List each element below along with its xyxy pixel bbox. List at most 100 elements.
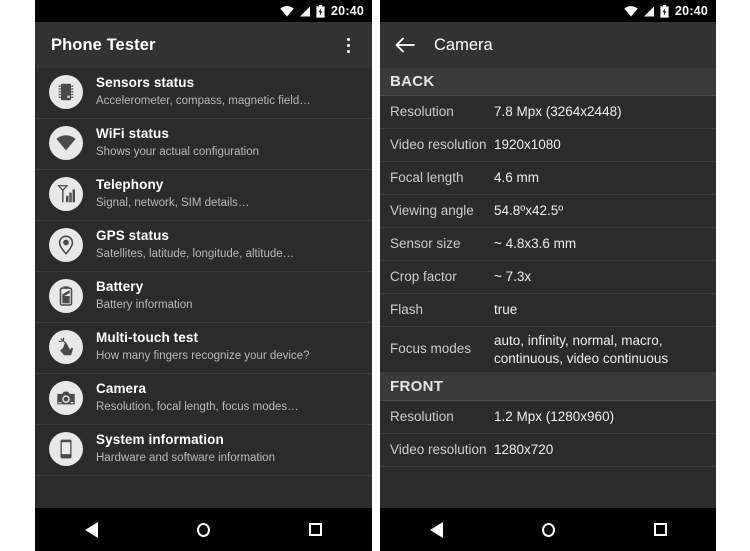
list-item-subtitle: Signal, network, SIM details…: [96, 196, 250, 209]
table-row: Video resolution 1280x720: [380, 434, 716, 468]
recents-square-icon: [309, 523, 323, 536]
arrow-left-glyph: [395, 37, 415, 53]
list-item-title: WiFi status: [96, 126, 169, 142]
nav-recents-button[interactable]: [637, 508, 683, 551]
battery-icon: [49, 279, 83, 313]
list-item-text: Telephony Signal, network, SIM details…: [96, 177, 249, 211]
list-item-subtitle: Shows your actual configuration: [96, 145, 260, 158]
spec-key: Viewing angle: [390, 202, 474, 218]
map-pin-icon: [49, 228, 83, 262]
table-row: Focus modes auto, infinity, normal, macro…: [380, 327, 716, 374]
screenshot-canvas: 20:40 Phone Tester Sensors status Acceler…: [0, 0, 750, 551]
list-item[interactable]: Battery Battery information: [35, 272, 372, 323]
list-item-text: Camera Resolution, focal length, focus mo…: [96, 381, 299, 415]
list-item-title: Camera: [96, 381, 147, 397]
wifi-icon: [624, 5, 638, 16]
nav-home-button[interactable]: [180, 508, 226, 551]
list-item[interactable]: WiFi status Shows your actual configurati…: [35, 119, 372, 170]
table-row: Crop factor ~ 7.3x: [380, 261, 716, 294]
camera-icon: [49, 381, 83, 415]
list-item-subtitle: Resolution, focal length, focus modes…: [96, 400, 299, 413]
battery-charging-icon: [316, 4, 325, 18]
back-triangle-icon: [84, 521, 98, 538]
spec-key: Resolution: [390, 103, 454, 119]
list-item-text: System information Hardware and software …: [96, 432, 275, 466]
list-item-subtitle: Hardware and software information: [96, 451, 275, 464]
spec-value: 7.8 Mpx (3264x2448): [494, 104, 622, 120]
overflow-menu-icon[interactable]: [336, 30, 360, 60]
list-item[interactable]: Camera Resolution, focal length, focus mo…: [35, 374, 372, 425]
signal-icon: [644, 6, 655, 16]
spec-value: 54.8ºx42.5º: [494, 203, 564, 219]
home-circle-icon: [541, 522, 555, 537]
list-item-text: Sensors status Accelerometer, compass, ma…: [96, 75, 311, 109]
list-item-subtitle: Satellites, latitude, longitude, altitud…: [96, 247, 295, 260]
list-item[interactable]: Telephony Signal, network, SIM details…: [35, 170, 372, 221]
section-header: BACK: [380, 68, 716, 96]
table-row: Sensor size ~ 4.8x3.6 mm: [380, 228, 716, 261]
spec-value: 1280x720: [494, 442, 554, 458]
status-bar-clock: 20:40: [331, 3, 364, 18]
spec-key: Crop factor: [390, 268, 457, 284]
list-item-subtitle: Battery information: [96, 298, 193, 311]
list-item-title: Multi-touch test: [96, 330, 199, 346]
chip-icon: [49, 75, 83, 109]
list-item-title: System information: [96, 432, 224, 448]
spec-value: ~ 4.8x3.6 mm: [494, 236, 577, 252]
hand-touch-icon: [49, 330, 83, 364]
back-triangle-icon: [429, 521, 443, 538]
list-item-text: Multi-touch test How many fingers recogni…: [96, 330, 310, 364]
list-item[interactable]: System information Hardware and software …: [35, 425, 372, 476]
spec-value: true: [494, 302, 518, 318]
list-item-title: Battery: [96, 279, 144, 295]
status-bar-right: 20:40: [380, 0, 716, 22]
table-row: Flash true: [380, 294, 716, 327]
status-bar-left: 20:40: [35, 0, 372, 22]
spec-key: Flash: [390, 301, 424, 317]
list-item-text: WiFi status Shows your actual configurati…: [96, 126, 259, 160]
spec-key: Focus modes: [390, 341, 472, 357]
nav-home-button[interactable]: [525, 508, 571, 551]
camera-spec-table: BACK Resolution 7.8 Mpx (3264x2448) Video r…: [380, 68, 716, 468]
nav-back-button[interactable]: [68, 508, 114, 551]
list-item-text: Battery Battery information: [96, 279, 193, 313]
screen-title: Camera: [434, 35, 493, 54]
wifi-icon: [49, 126, 83, 160]
spec-key: Focal length: [390, 169, 464, 185]
spec-key: Sensor size: [390, 235, 461, 251]
table-row: Video resolution 1920x1080: [380, 129, 716, 162]
list-item-subtitle: Accelerometer, compass, magnetic field…: [96, 94, 311, 107]
section-header: FRONT: [380, 373, 716, 402]
status-bar-icons: [280, 4, 325, 18]
antenna-bars-icon: [49, 177, 83, 211]
table-row: Resolution 1.2 Mpx (1280x960): [380, 401, 716, 435]
nav-recents-button[interactable]: [293, 508, 339, 551]
spec-value: 1920x1080: [494, 137, 561, 153]
spec-value: ~ 7.3x: [494, 269, 532, 285]
wifi-icon: [280, 5, 294, 16]
signal-icon: [300, 6, 311, 16]
detail-action-bar: Camera: [380, 22, 716, 68]
list-item-text: GPS status Satellites, latitude, longitud…: [96, 228, 294, 262]
spec-key: Video resolution: [390, 441, 487, 457]
home-circle-icon: [196, 522, 210, 537]
list-item[interactable]: Sensors status Accelerometer, compass, ma…: [35, 68, 372, 119]
system-nav-bar-left: [35, 508, 372, 551]
list-item-title: Sensors status: [96, 75, 195, 91]
spec-value: 1.2 Mpx (1280x960): [494, 409, 615, 425]
spec-key: Video resolution: [390, 136, 487, 152]
app-action-bar: Phone Tester: [35, 22, 372, 68]
phone-screen-left: 20:40 Phone Tester Sensors status Acceler…: [35, 0, 372, 551]
spec-key: Resolution: [390, 408, 454, 424]
table-row: Focal length 4.6 mm: [380, 162, 716, 195]
list-item-title: Telephony: [96, 177, 164, 193]
list-item[interactable]: Multi-touch test How many fingers recogni…: [35, 323, 372, 374]
recents-square-icon: [653, 523, 667, 536]
back-arrow-icon[interactable]: [392, 32, 418, 58]
nav-back-button[interactable]: [413, 508, 459, 551]
list-item-title: GPS status: [96, 228, 170, 244]
feature-list: Sensors status Accelerometer, compass, ma…: [35, 68, 372, 476]
list-item[interactable]: GPS status Satellites, latitude, longitud…: [35, 221, 372, 272]
overflow-dot: [346, 43, 350, 47]
overflow-dot: [346, 37, 350, 41]
